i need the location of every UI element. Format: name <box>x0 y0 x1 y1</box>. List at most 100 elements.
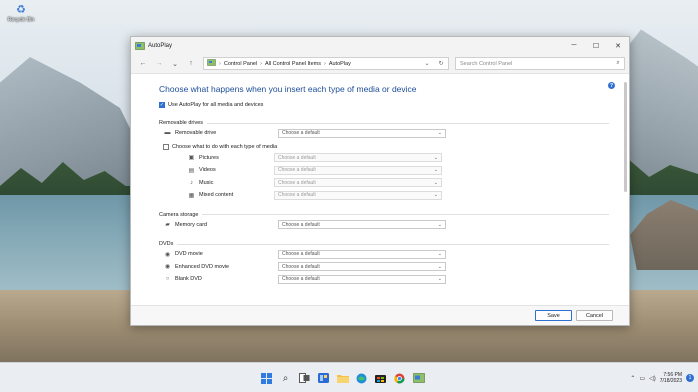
autoplay-window: AutoPlay ─ ☐ ✕ ← → ⌄ ↑ › Control Panel ›… <box>130 36 630 326</box>
blank-dvd-dropdown[interactable]: Choose a default ⌄ <box>278 274 446 284</box>
notification-badge[interactable]: 1 <box>686 374 694 382</box>
recycle-bin-label: Recycle Bin <box>7 17 35 23</box>
enhanced-dvd-icon: ◉ <box>164 264 171 271</box>
chevron-down-icon: ⌄ <box>437 251 442 258</box>
cancel-button[interactable]: Cancel <box>576 310 613 321</box>
up-arrow-icon[interactable]: ↑ <box>183 56 199 72</box>
recycle-bin-icon: ♻ <box>16 3 26 16</box>
music-dropdown[interactable]: Choose a default ⌄ <box>274 178 442 188</box>
file-explorer-icon[interactable] <box>334 370 351 387</box>
chevron-down-icon: ⌄ <box>433 179 438 186</box>
each-type-label: Choose what to do with each type of medi… <box>172 143 278 150</box>
task-view-icon[interactable] <box>296 370 313 387</box>
window-title: AutoPlay <box>148 42 173 49</box>
clock-date: 7/18/2023 <box>659 378 682 384</box>
desktop-icon-recycle-bin[interactable]: ♻ Recycle Bin <box>4 2 38 24</box>
autoplay-app-icon <box>135 41 145 50</box>
dvd-movie-icon: ◉ <box>164 251 171 258</box>
control-panel-icon <box>207 59 216 68</box>
maximize-button[interactable]: ☐ <box>585 37 607 54</box>
search-icon[interactable]: ⌕ <box>277 370 294 387</box>
each-type-checkbox[interactable] <box>163 143 169 150</box>
taskbar: ⌕ ⌃ ▭ ◁) 7:56 PM 7/18/2023 1 <box>0 362 698 392</box>
pictures-icon: ▣ <box>188 155 195 162</box>
search-box[interactable]: ⌕ <box>455 57 625 70</box>
title-bar[interactable]: AutoPlay ─ ☐ ✕ <box>131 37 629 54</box>
control-panel-taskbar-icon[interactable] <box>410 370 427 387</box>
main-content: ? Choose what happens when you insert ea… <box>131 74 629 305</box>
help-icon[interactable]: ? <box>608 82 615 89</box>
removable-drive-label: Removable drive <box>175 130 217 137</box>
breadcrumb-separator-icon: › <box>260 60 263 67</box>
breadcrumb-item[interactable]: AutoPlay <box>329 61 351 67</box>
store-icon[interactable] <box>372 370 389 387</box>
dvd-movie-row: ◉ DVD movie Choose a default ⌄ <box>159 248 629 261</box>
page-heading: Choose what happens when you insert each… <box>159 84 417 94</box>
memory-card-dropdown[interactable]: Choose a default ⌄ <box>278 220 446 230</box>
address-bar[interactable]: › Control Panel › All Control Panel Item… <box>203 57 449 70</box>
recent-locations-chevron-icon[interactable]: ⌄ <box>167 56 183 72</box>
vertical-scrollbar[interactable] <box>624 82 627 192</box>
mixed-content-dropdown[interactable]: Choose a default ⌄ <box>274 190 442 200</box>
chevron-down-icon: ⌄ <box>437 263 442 270</box>
use-autoplay-label: Use AutoPlay for all media and devices <box>168 102 264 108</box>
media-row-mixed-content: ▦ Mixed content Choose a default ⌄ <box>159 189 629 202</box>
memory-card-label: Memory card <box>175 221 208 228</box>
chevron-down-icon: ⌄ <box>433 167 438 174</box>
media-row-music: ♪ Music Choose a default ⌄ <box>159 177 629 190</box>
volume-icon[interactable]: ◁) <box>649 375 656 382</box>
minimize-button[interactable]: ─ <box>563 37 585 54</box>
use-autoplay-checkbox[interactable]: ✓ <box>159 102 165 108</box>
network-icon[interactable]: ▭ <box>639 375 645 382</box>
chevron-down-icon: ⌄ <box>437 221 442 228</box>
chrome-icon[interactable] <box>391 370 408 387</box>
chevron-down-icon: ⌄ <box>433 154 438 161</box>
section-title: DVDs <box>159 241 174 247</box>
chevron-up-icon[interactable]: ⌃ <box>630 375 635 382</box>
section-title: Removable drives <box>159 120 204 126</box>
search-input[interactable] <box>460 60 612 67</box>
section-title: Camera storage <box>159 211 199 218</box>
removable-drive-icon: ▬ <box>164 130 171 137</box>
start-icon[interactable] <box>258 370 275 387</box>
use-autoplay-row[interactable]: ✓ Use AutoPlay for all media and devices <box>159 100 629 110</box>
section-removable-drives: Removable drives <box>159 119 629 127</box>
media-row-pictures: ▣ Pictures Choose a default ⌄ <box>159 152 629 165</box>
system-tray: ⌃ ▭ ◁) 7:56 PM 7/18/2023 1 <box>630 369 694 387</box>
removable-drive-row: ▬ Removable drive Choose a default ⌄ <box>159 127 629 140</box>
search-icon[interactable]: ⌕ <box>612 60 624 67</box>
save-button[interactable]: Save <box>535 310 572 321</box>
section-dvds: DVDs <box>159 240 629 248</box>
close-button[interactable]: ✕ <box>607 37 629 54</box>
edge-browser-icon[interactable] <box>353 370 370 387</box>
clock[interactable]: 7:56 PM 7/18/2023 <box>660 372 682 384</box>
blank-dvd-row: ○ Blank DVD Choose a default ⌄ <box>159 273 629 286</box>
chevron-down-icon: ⌄ <box>437 130 442 137</box>
memory-card-row: ▰ Memory card Choose a default ⌄ <box>159 219 629 232</box>
breadcrumb-item[interactable]: Control Panel <box>224 61 257 67</box>
blank-dvd-icon: ○ <box>165 276 170 283</box>
address-bar-row: ← → ⌄ ↑ › Control Panel › All Control Pa… <box>131 54 629 74</box>
back-arrow-icon[interactable]: ← <box>135 56 151 72</box>
address-dropdown-chevron-icon[interactable]: ⌄ <box>420 60 434 67</box>
breadcrumb-separator-icon: › <box>219 60 221 67</box>
taskbar-pinned-apps: ⌕ <box>258 369 429 387</box>
memory-card-icon: ▰ <box>165 222 170 229</box>
videos-dropdown[interactable]: Choose a default ⌄ <box>274 165 442 175</box>
chevron-down-icon: ⌄ <box>437 276 442 283</box>
pictures-dropdown[interactable]: Choose a default ⌄ <box>274 153 442 163</box>
videos-icon: ▤ <box>188 167 195 174</box>
dvd-movie-dropdown[interactable]: Choose a default ⌄ <box>278 249 446 259</box>
chevron-down-icon: ⌄ <box>433 192 438 199</box>
mixed-content-icon: ▦ <box>188 192 195 199</box>
widgets-icon[interactable] <box>315 370 332 387</box>
forward-arrow-icon[interactable]: → <box>151 56 167 72</box>
each-type-row[interactable]: Choose what to do with each type of medi… <box>159 142 629 152</box>
breadcrumb-separator-icon: › <box>323 60 326 67</box>
enhanced-dvd-movie-row: ◉ Enhanced DVD movie Choose a default ⌄ <box>159 261 629 274</box>
enhanced-dvd-movie-dropdown[interactable]: Choose a default ⌄ <box>278 262 446 272</box>
refresh-icon[interactable]: ↻ <box>434 60 448 67</box>
music-icon: ♪ <box>190 179 193 186</box>
breadcrumb-item[interactable]: All Control Panel Items <box>265 61 321 67</box>
removable-drive-dropdown[interactable]: Choose a default ⌄ <box>278 128 446 138</box>
